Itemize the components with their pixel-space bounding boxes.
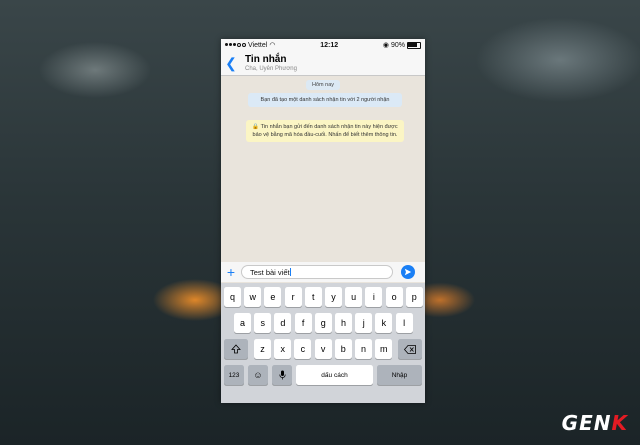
emoji-icon: ☺ [253, 370, 263, 380]
key-m[interactable]: m [375, 339, 393, 359]
key-o[interactable]: o [385, 287, 403, 307]
key-x[interactable]: x [274, 339, 292, 359]
key-j[interactable]: j [355, 313, 373, 333]
shift-icon [231, 344, 241, 354]
key-d[interactable]: d [274, 313, 292, 333]
text-caret [289, 268, 291, 276]
signal-icon [225, 43, 246, 47]
shift-key[interactable] [224, 339, 248, 359]
wifi-icon: ◠ [269, 42, 276, 49]
key-w[interactable]: w [244, 287, 262, 307]
key-z[interactable]: z [254, 339, 271, 359]
key-r[interactable]: r [284, 287, 302, 307]
encryption-notice[interactable]: 🔒 Tin nhắn bạn gửi đến danh sách nhận ti… [246, 120, 404, 142]
orientation-lock-icon: ◉ [382, 42, 389, 49]
numbers-key[interactable]: 123 [224, 365, 244, 385]
date-badge: Hôm nay [305, 80, 341, 90]
navigation-bar: ❮ Tin nhắn Cha, Uyên Phương [221, 51, 425, 76]
key-f[interactable]: f [294, 313, 312, 333]
carrier-label: Viettel [248, 41, 268, 49]
key-u[interactable]: u [345, 287, 363, 307]
message-composer: + Test bài viết [221, 262, 425, 282]
return-key[interactable]: Nhập [377, 365, 422, 385]
space-key[interactable]: dấu cách [296, 365, 373, 385]
battery-icon [406, 41, 421, 49]
status-bar: Viettel ◠ 12:12 ◉ 90% [221, 39, 425, 51]
key-v[interactable]: v [314, 339, 332, 359]
system-message: Bạn đã tạo một danh sách nhận tin với 2 … [248, 93, 402, 107]
key-l[interactable]: l [395, 313, 413, 333]
key-y[interactable]: y [325, 287, 342, 307]
key-c[interactable]: c [294, 339, 312, 359]
message-input-text: Test bài viết [250, 268, 290, 277]
genk-logo: GENK [561, 411, 628, 435]
emoji-key[interactable]: ☺ [248, 365, 268, 385]
page-title[interactable]: Tin nhắn [245, 54, 297, 65]
backspace-key[interactable] [398, 339, 422, 359]
back-chevron-icon[interactable]: ❮ [223, 55, 239, 72]
key-p[interactable]: p [405, 287, 423, 307]
chat-area[interactable]: Hôm nay Bạn đã tạo một danh sách nhận ti… [221, 76, 425, 262]
key-k[interactable]: k [375, 313, 393, 333]
key-n[interactable]: n [355, 339, 372, 359]
key-i[interactable]: i [365, 287, 383, 307]
send-button[interactable] [401, 265, 415, 279]
key-a[interactable]: a [234, 313, 251, 333]
send-arrow-icon [404, 268, 412, 276]
key-h[interactable]: h [335, 313, 352, 333]
key-s[interactable]: s [254, 313, 272, 333]
backspace-icon [404, 344, 416, 354]
recipients-subtitle: Cha, Uyên Phương [245, 65, 297, 72]
key-q[interactable]: q [224, 287, 241, 307]
key-e[interactable]: e [264, 287, 282, 307]
add-attachment-icon[interactable]: + [221, 264, 241, 280]
key-t[interactable]: t [304, 287, 322, 307]
key-b[interactable]: b [334, 339, 352, 359]
clock: 12:12 [320, 41, 339, 49]
key-g[interactable]: g [314, 313, 332, 333]
microphone-icon [278, 370, 286, 380]
phone-screen: Viettel ◠ 12:12 ◉ 90% ❮ Tin nhắn Cha, Uy… [221, 39, 425, 403]
battery-percent: 90% [390, 41, 405, 49]
keyboard: qwertyuiop asdfghjkl zxcvbnm 123 ☺ dấu c… [221, 283, 425, 403]
message-input[interactable]: Test bài viết [241, 265, 393, 279]
dictation-key[interactable] [272, 365, 292, 385]
